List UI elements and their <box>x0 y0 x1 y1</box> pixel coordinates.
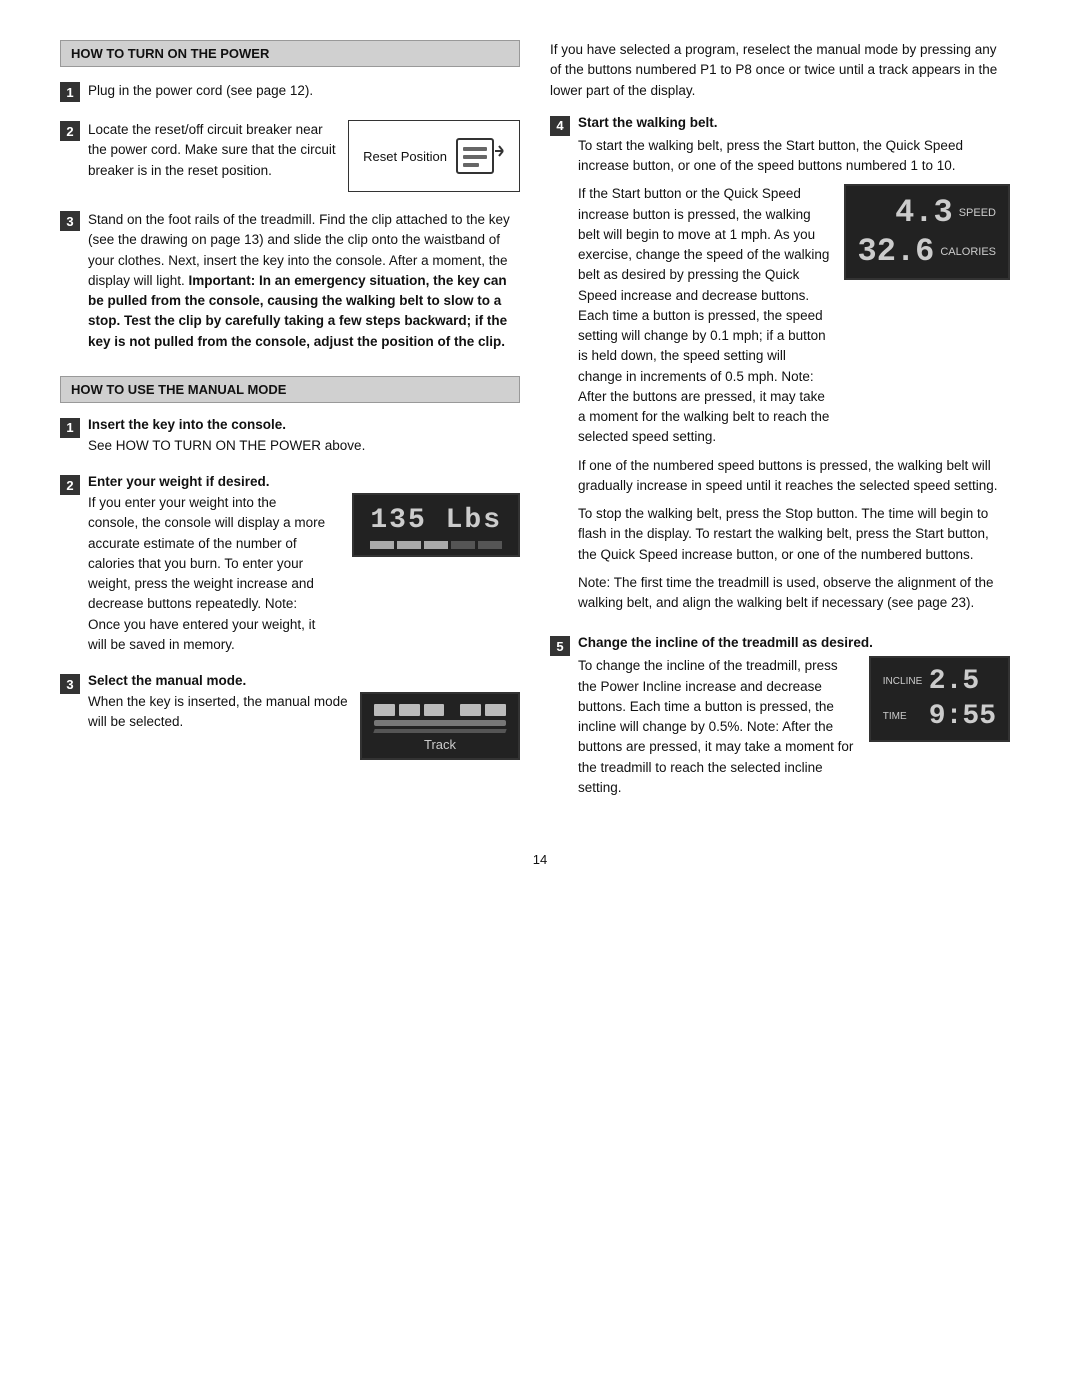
speed-value: 4.3 <box>895 194 953 231</box>
right-step4: 4 Start the walking belt. To start the w… <box>550 115 1010 622</box>
weight-display-bars <box>370 541 502 549</box>
incline-display: INCLINE 2.5 TIME 9:55 <box>869 656 1010 742</box>
manual-step1-text: See HOW TO TURN ON THE POWER above. <box>88 436 520 456</box>
incline-row: INCLINE 2.5 <box>883 666 996 697</box>
reset-label: Reset Position <box>363 149 447 164</box>
right-step-number-4: 4 <box>550 116 570 136</box>
bar3 <box>424 541 448 549</box>
manual-step-number-2: 2 <box>60 475 80 495</box>
power-step1-text: Plug in the power cord (see page 12). <box>88 83 313 98</box>
bar2 <box>397 541 421 549</box>
step-number-1: 1 <box>60 82 80 102</box>
power-step1: 1 Plug in the power cord (see page 12). <box>60 81 520 102</box>
manual-step3-title: Select the manual mode. <box>88 673 520 688</box>
tseg3 <box>424 704 445 716</box>
section-power: HOW TO TURN ON THE POWER 1 Plug in the p… <box>60 40 520 352</box>
manual-step2: 2 Enter your weight if desired. If you e… <box>60 474 520 655</box>
bar5 <box>478 541 502 549</box>
section-manual-header: HOW TO USE THE MANUAL MODE <box>60 376 520 403</box>
manual-step3-text: When the key is inserted, the manual mod… <box>88 694 348 729</box>
incline-value: 2.5 <box>929 666 979 697</box>
right-column: If you have selected a program, reselect… <box>550 40 1010 812</box>
speed-row: 4.3 SPEED <box>858 194 996 231</box>
track-label: Track <box>374 737 506 752</box>
left-column: HOW TO TURN ON THE POWER 1 Plug in the p… <box>60 40 520 812</box>
power-step2: 2 Locate the reset/off circuit breaker n… <box>60 120 520 192</box>
right-step4-content: Start the walking belt. To start the wal… <box>578 115 1010 622</box>
track-display: Track <box>360 692 520 760</box>
speed-display: 4.3 SPEED 32.6 CALORIES <box>844 184 1010 280</box>
power-step2-content: Locate the reset/off circuit breaker nea… <box>88 120 520 192</box>
step4-title: Start the walking belt. <box>578 115 1010 130</box>
right-step5-content: Change the incline of the treadmill as d… <box>578 635 1010 798</box>
tseg2 <box>399 704 420 716</box>
right-intro-text: If you have selected a program, reselect… <box>550 40 1010 101</box>
weight-display: 135 Lbs <box>352 493 520 557</box>
incline-label: INCLINE <box>883 676 923 687</box>
step4-text1: To start the walking belt, press the Sta… <box>578 136 1010 177</box>
tseg1 <box>374 704 395 716</box>
time-value: 9:55 <box>929 701 996 732</box>
power-step2-text: Locate the reset/off circuit breaker nea… <box>88 120 336 181</box>
tseg5 <box>485 704 506 716</box>
section-manual: HOW TO USE THE MANUAL MODE 1 Insert the … <box>60 376 520 760</box>
time-row: TIME 9:55 <box>883 701 996 732</box>
step4-text4: To stop the walking belt, press the Stop… <box>578 504 1010 565</box>
manual-step-number-3: 3 <box>60 674 80 694</box>
manual-step2-text: If you enter your weight into the consol… <box>88 495 325 652</box>
step4-text2: If the Start button or the Quick Speed i… <box>578 184 830 447</box>
step4-text3: If one of the numbered speed buttons is … <box>578 456 1010 497</box>
calories-row: 32.6 CALORIES <box>858 233 996 270</box>
bar4 <box>451 541 475 549</box>
power-step1-content: Plug in the power cord (see page 12). <box>88 81 520 101</box>
track-row1 <box>374 704 506 716</box>
right-step-number-5: 5 <box>550 636 570 656</box>
manual-step2-title: Enter your weight if desired. <box>88 474 520 489</box>
time-label: TIME <box>883 711 923 722</box>
weight-display-value: 135 Lbs <box>370 505 502 536</box>
bar1 <box>370 541 394 549</box>
step5-title: Change the incline of the treadmill as d… <box>578 635 1010 650</box>
power-step3-content: Stand on the foot rails of the treadmill… <box>88 210 520 352</box>
step4-text5: Note: The first time the treadmill is us… <box>578 573 1010 614</box>
step-number-2: 2 <box>60 121 80 141</box>
step-number-3: 3 <box>60 211 80 231</box>
manual-step3: 3 Select the manual mode. When the key i… <box>60 673 520 760</box>
calories-value: 32.6 <box>858 233 935 270</box>
manual-step2-content: Enter your weight if desired. If you ent… <box>88 474 520 655</box>
tseg4 <box>460 704 481 716</box>
right-step5: 5 Change the incline of the treadmill as… <box>550 635 1010 798</box>
manual-step1: 1 Insert the key into the console. See H… <box>60 417 520 456</box>
step5-text1: To change the incline of the treadmill, … <box>578 656 855 798</box>
reset-icon <box>455 131 505 181</box>
page-number: 14 <box>60 852 1020 867</box>
manual-step1-title: Insert the key into the console. <box>88 417 520 432</box>
manual-step-number-1: 1 <box>60 418 80 438</box>
speed-label: SPEED <box>959 207 996 219</box>
power-step3: 3 Stand on the foot rails of the treadmi… <box>60 210 520 352</box>
manual-step3-content: Select the manual mode. When the key is … <box>88 673 520 760</box>
section-power-header: HOW TO TURN ON THE POWER <box>60 40 520 67</box>
calories-label: CALORIES <box>940 246 996 258</box>
reset-position-box: Reset Position <box>348 120 520 192</box>
manual-step1-content: Insert the key into the console. See HOW… <box>88 417 520 456</box>
